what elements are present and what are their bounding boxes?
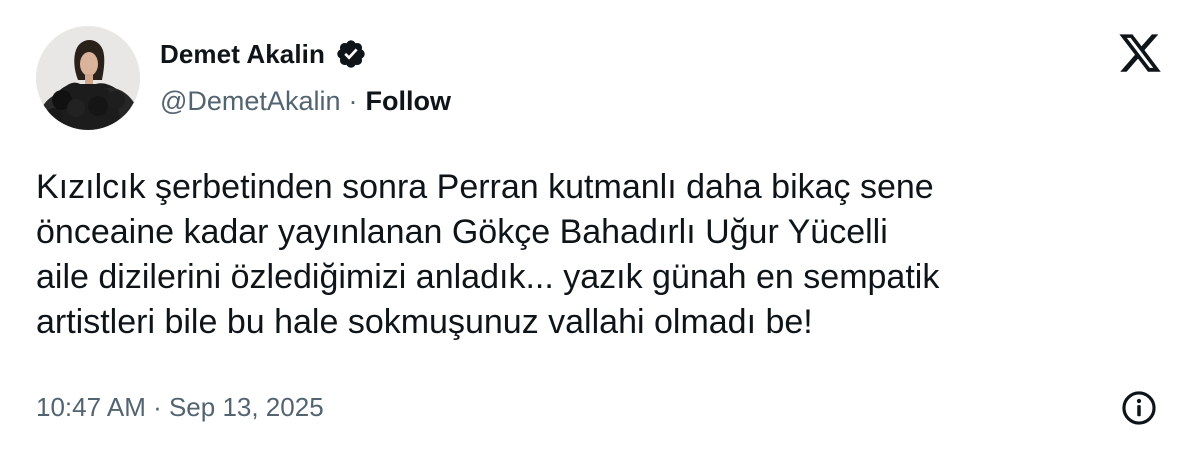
avatar-photo bbox=[36, 26, 140, 130]
verified-badge-icon bbox=[335, 38, 367, 70]
follow-button[interactable]: Follow bbox=[365, 86, 450, 117]
handle-row: @DemetAkalin · Follow bbox=[160, 86, 451, 117]
tweet-timestamp[interactable]: 10:47 AM · Sep 13, 2025 bbox=[36, 392, 324, 423]
x-logo-icon[interactable] bbox=[1116, 30, 1164, 76]
author-name-row: Demet Akalin bbox=[160, 38, 367, 70]
info-icon[interactable] bbox=[1120, 389, 1158, 427]
display-name[interactable]: Demet Akalin bbox=[160, 39, 325, 70]
handle-link[interactable]: @DemetAkalin bbox=[160, 86, 340, 117]
tweet-text: Kızılcık şerbetinden sonra Perran kutman… bbox=[36, 168, 940, 341]
separator-dot: · bbox=[348, 86, 358, 116]
avatar[interactable] bbox=[36, 26, 140, 130]
tweet-card: Demet Akalin @DemetAkalin · Follow Kızıl… bbox=[0, 0, 1200, 466]
